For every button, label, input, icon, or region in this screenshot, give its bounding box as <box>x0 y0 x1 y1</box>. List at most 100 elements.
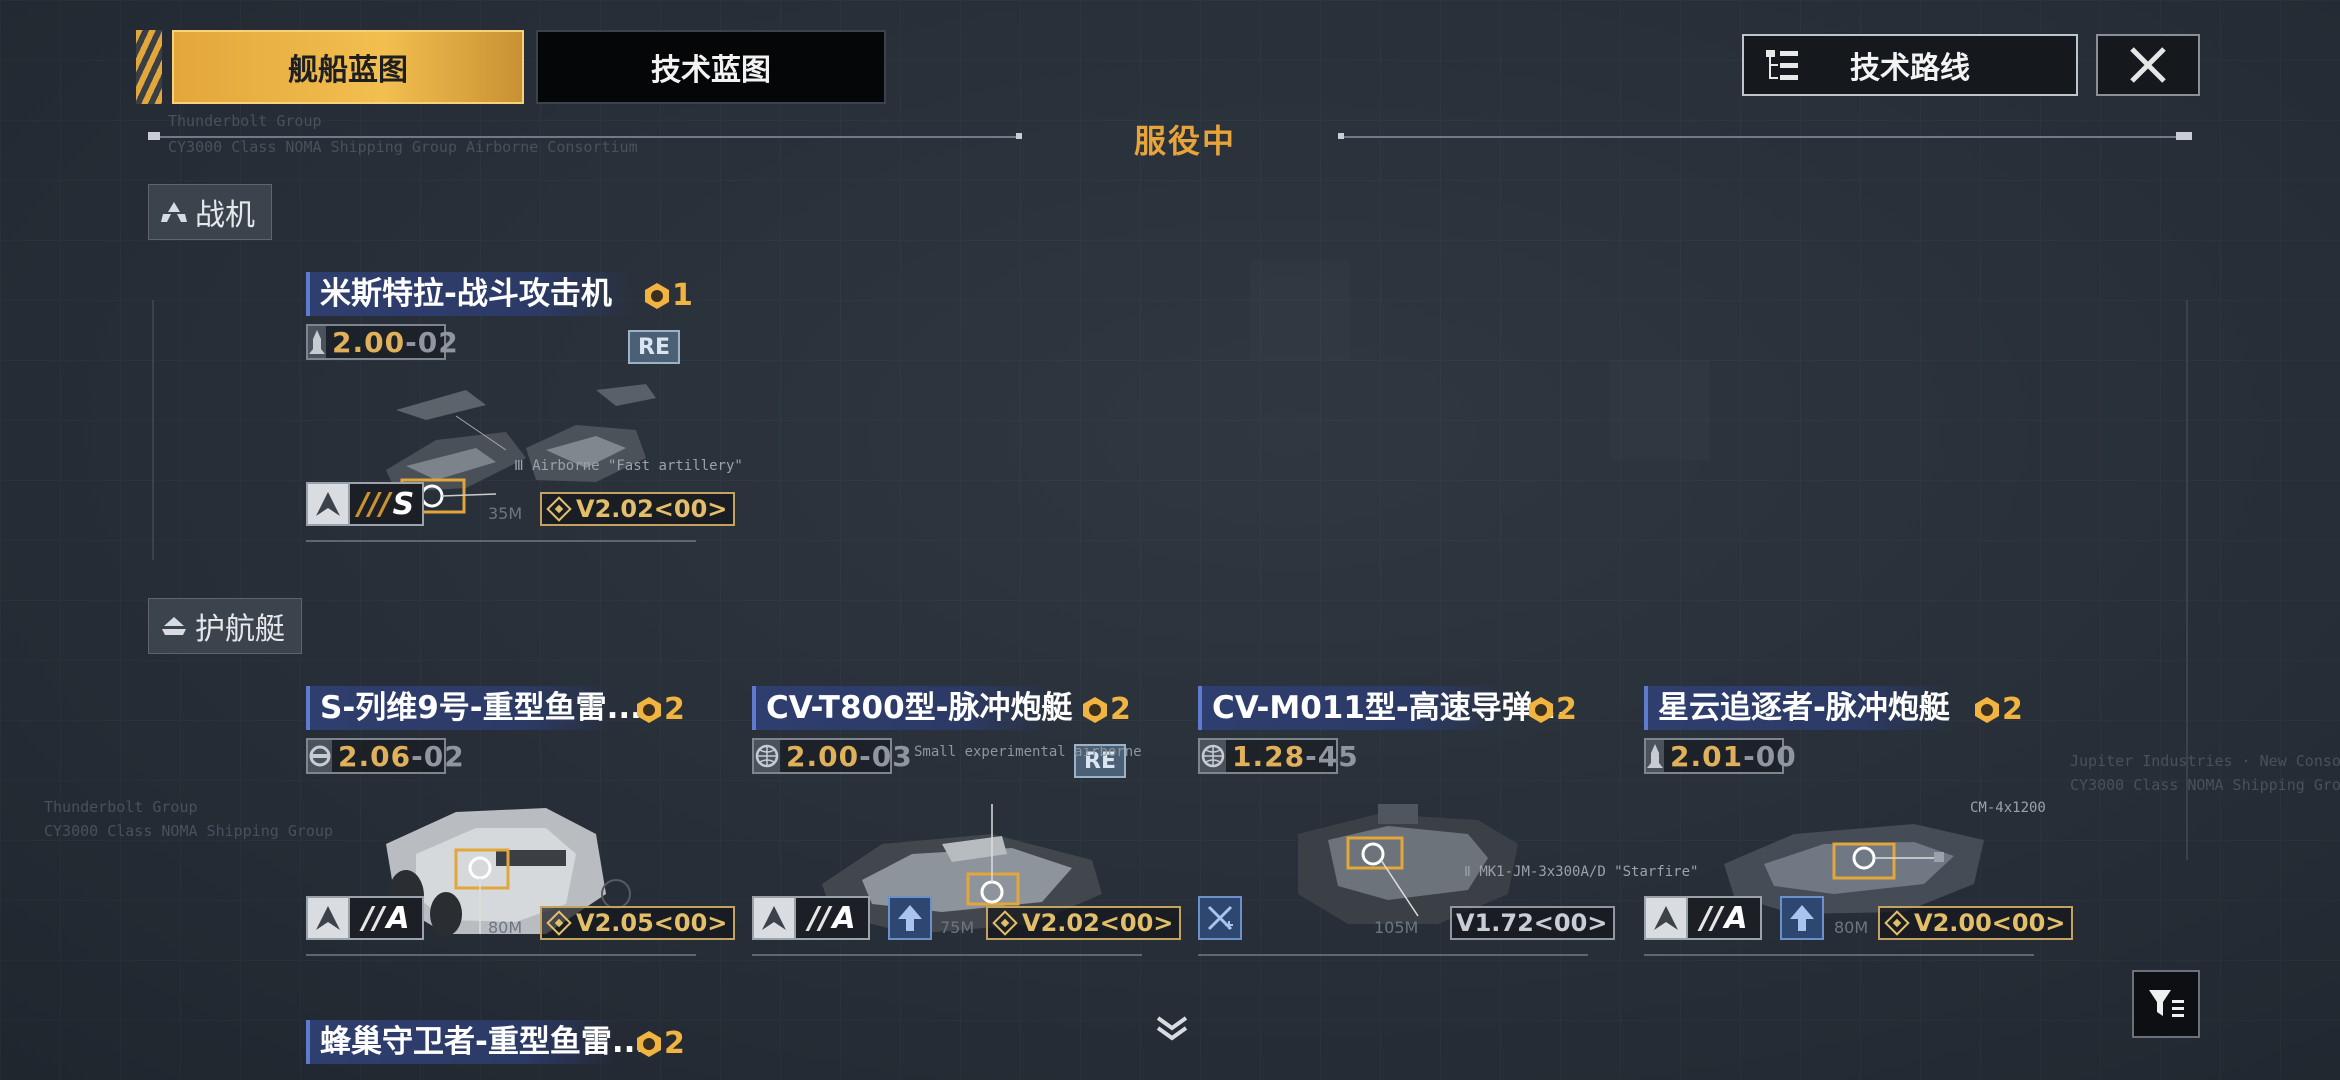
escort-class-icon <box>1644 896 1688 940</box>
ship-card-mistra[interactable]: 米斯特拉-战斗攻击机 1 2.00-02 RE Ⅲ Airborne "Fast… <box>306 272 743 562</box>
filter-button[interactable] <box>2132 970 2200 1038</box>
tree-list-icon <box>1766 50 1798 80</box>
decor-text: CY3000 Class NOMA Shipping Group <box>2070 776 2340 794</box>
ship-card-nebula-chaser[interactable]: 星云追逐者-脉冲炮艇 2 2.01-00 CM-4x1200 //A 80M V… <box>1644 686 2074 976</box>
tab-tech-blueprint[interactable]: 技术蓝图 <box>536 30 886 104</box>
decor-text: Jupiter Industries · New Consortium <box>2070 752 2340 770</box>
ship-card-hive-guardian[interactable]: 蜂巢守卫者-重型鱼雷... 2 <box>306 1020 698 1080</box>
stat-main: 2.01 <box>1670 739 1744 773</box>
section-label: 战机 <box>195 198 255 233</box>
rank-stripes: // <box>362 900 385 936</box>
chevron-down-double-icon[interactable] <box>1154 1014 1190 1044</box>
close-button[interactable] <box>2096 34 2200 96</box>
decor-block <box>1250 260 1350 360</box>
tech-route-button[interactable]: 技术路线 <box>1742 34 2078 96</box>
upgrade-arrow-icon[interactable] <box>1780 896 1824 940</box>
globe-icon <box>1200 740 1226 772</box>
ship-name: 米斯特拉-战斗攻击机 <box>306 272 636 316</box>
diamond-icon <box>1884 910 1910 936</box>
blueprint-medal-icon <box>637 1030 661 1057</box>
stat-sub: -02 <box>405 325 459 359</box>
stat-main: 1.28 <box>1232 739 1306 773</box>
ship-name: S-列维9号-重型鱼雷... <box>306 686 642 730</box>
ship-card-levi9[interactable]: S-列维9号-重型鱼雷... 2 2.06-02 //A 80M V2.05<0… <box>306 686 736 976</box>
divider-dot <box>1338 133 1344 139</box>
decor-text: CY3000 Class NOMA Shipping Group Airborn… <box>168 138 638 156</box>
tab-accent-stripe <box>136 30 162 104</box>
stat-main: 2.00 <box>332 325 406 359</box>
ship-count-value: 2 <box>1556 692 1577 727</box>
version-text: V1.72<00> <box>1456 909 1608 937</box>
stat-main: 2.00 <box>786 739 860 773</box>
ship-count: 2 <box>1526 692 1577 727</box>
rocket-icon <box>308 326 326 358</box>
rank-letter: A <box>386 900 410 936</box>
rank-letter: A <box>1724 900 1748 936</box>
version-text: V2.02<00> <box>576 495 728 523</box>
rank-letter: S <box>392 486 415 522</box>
rank-letter: A <box>832 900 856 936</box>
ship-count-value: 1 <box>672 278 693 313</box>
diamond-icon <box>546 496 572 522</box>
tech-route-label: 技术路线 <box>1850 51 1970 86</box>
ship-callout: Small experimental airborne <box>914 744 1142 760</box>
fighter-wing-icon <box>161 202 187 222</box>
decor-text: CY3000 Class NOMA Shipping Group <box>44 822 333 840</box>
card-baseline <box>1198 954 1588 956</box>
version-text: V2.05<00> <box>576 909 728 937</box>
card-baseline <box>1644 954 2034 956</box>
blueprint-medal-icon <box>1529 696 1553 723</box>
upgrade-arrow-icon[interactable] <box>888 896 932 940</box>
ship-name: CV-T800型-脉冲炮艇 <box>752 686 1073 730</box>
ship-count: 1 <box>642 278 693 313</box>
tab-ship-blueprint[interactable]: 舰船蓝图 <box>172 30 524 104</box>
escort-class-icon <box>306 896 350 940</box>
diamond-icon <box>992 910 1018 936</box>
escort-class-icon <box>752 896 796 940</box>
divider <box>1338 136 2190 138</box>
section-header-escort: 护航艇 <box>148 598 302 654</box>
close-icon <box>2130 47 2166 83</box>
decor-text: Thunderbolt Group <box>168 112 322 130</box>
divider-dot <box>2176 132 2192 140</box>
ship-scale: 35M <box>488 504 523 523</box>
version-text: V2.02<00> <box>1022 909 1174 937</box>
rank-grade: //A <box>350 896 424 940</box>
ship-stat: 1.28-45 <box>1198 738 1358 774</box>
status-heading: 服役中 <box>1134 122 1237 160</box>
decor-block <box>1610 360 1710 460</box>
ship-stat: 2.01-00 <box>1644 738 1796 774</box>
crossed-swords-icon <box>1198 896 1242 940</box>
stat-sub: -03 <box>859 739 913 773</box>
ship-name: 蜂巢守卫者-重型鱼雷... <box>306 1020 647 1064</box>
decor-ruler <box>2186 300 2188 860</box>
blueprint-medal-icon <box>1975 696 1999 723</box>
ship-stat-value: 2.01-00 <box>1670 740 1797 773</box>
blueprint-medal-icon <box>645 282 669 309</box>
version-text: V2.00<00> <box>1914 909 2066 937</box>
stat-sub: -02 <box>411 739 465 773</box>
decor-text: Thunderbolt Group <box>44 798 198 816</box>
ship-count: 2 <box>634 1026 685 1061</box>
ship-card-cv-t800[interactable]: CV-T800型-脉冲炮艇 2 2.00-03 RE Small experim… <box>752 686 1182 976</box>
ship-card-cv-m011[interactable]: CV-M011型-高速导弹... 2 1.28-45 Ⅱ MK1-JM-3x30… <box>1198 686 1698 976</box>
rank-stripes: // <box>1700 900 1723 936</box>
filter-icon <box>2149 990 2184 1017</box>
card-baseline <box>306 954 696 956</box>
re-badge: RE <box>628 330 680 364</box>
rank-grade: //A <box>796 896 870 940</box>
ship-count-value: 2 <box>664 1026 685 1061</box>
ship-version: V1.72<00> <box>1450 906 1616 940</box>
ship-stat: 2.00-03 <box>752 738 912 774</box>
section-label: 护航艇 <box>195 612 285 647</box>
rank-stripes: // <box>808 900 831 936</box>
rank-grade: ///S <box>350 482 424 526</box>
rank-badge: ///S <box>306 482 424 526</box>
rocket-icon <box>1646 740 1664 772</box>
ship-name: 星云追逐者-脉冲炮艇 <box>1644 686 1954 730</box>
ship-count-value: 2 <box>664 692 685 727</box>
rank-stripes: /// <box>357 486 391 522</box>
ship-stat-value: 2.00-02 <box>332 326 459 359</box>
ship-version: V2.02<00> <box>986 906 1182 940</box>
ship-stat: 2.06-02 <box>306 738 464 774</box>
